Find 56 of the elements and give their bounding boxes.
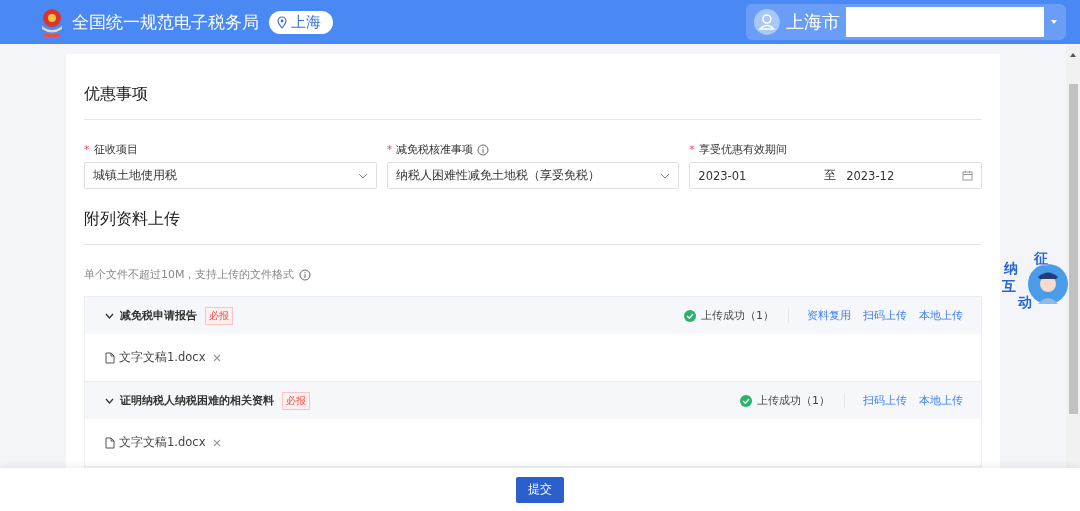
chevron-down-icon[interactable]	[105, 397, 114, 404]
assistant-label[interactable]: 征	[1034, 250, 1048, 268]
required-mark: *	[84, 143, 90, 156]
section-title: 附列资料上传	[84, 199, 982, 245]
file-name[interactable]: 文字文稿1.docx	[119, 435, 206, 450]
chevron-down-icon	[660, 172, 671, 179]
calendar-icon	[962, 170, 973, 181]
file-icon	[105, 436, 115, 449]
end-date: 2023-12	[846, 168, 896, 183]
start-date: 2023-01	[698, 168, 748, 183]
scroll-up-icon[interactable]	[1069, 52, 1077, 58]
success-icon	[684, 309, 696, 322]
location-pin-icon	[277, 15, 287, 29]
field-label: 减免税核准事项	[396, 142, 474, 157]
region-button[interactable]: 上海	[269, 10, 333, 34]
required-tag: 必报	[205, 306, 233, 325]
assistant-label[interactable]: 纳	[1004, 260, 1018, 278]
field-label: 征收项目	[93, 142, 138, 157]
group-title: 减免税申请报告	[120, 308, 197, 323]
select-field[interactable]: 纳税人困难性减免土地税（享受免税）	[386, 162, 680, 189]
submit-button[interactable]: 提交	[516, 476, 564, 503]
action-link[interactable]: 资料复用	[807, 308, 851, 323]
success-icon	[740, 394, 752, 407]
action-link[interactable]: 本地上传	[919, 393, 963, 408]
action-link[interactable]: 扫码上传	[863, 308, 907, 323]
upload-hint: 单个文件不超过10M，支持上传的文件格式	[84, 267, 295, 282]
scrollbar-thumb[interactable]	[1068, 84, 1078, 414]
select-field[interactable]: 城镇土地使用税	[84, 162, 377, 189]
action-link[interactable]: 扫码上传	[863, 393, 907, 408]
file-icon	[105, 351, 115, 364]
close-icon[interactable]	[213, 438, 222, 447]
close-icon[interactable]	[213, 353, 222, 362]
required-mark: *	[386, 143, 393, 156]
site-title: 全国统一规范电子税务局	[72, 10, 259, 34]
info-icon[interactable]	[298, 268, 311, 281]
avatar-icon	[754, 9, 780, 35]
user-menu[interactable]: 上海市	[746, 4, 1066, 40]
caret-icon	[1050, 19, 1058, 25]
file-name[interactable]: 文字文稿1.docx	[119, 350, 206, 365]
section-title: 优惠事项	[84, 74, 982, 120]
assistant-label[interactable]: 互	[1002, 278, 1016, 296]
group-title: 证明纳税人纳税困难的相关资料	[120, 393, 274, 408]
upload-status: 上传成功（1）	[757, 393, 830, 408]
chevron-down-icon[interactable]	[105, 312, 114, 319]
group-header[interactable]: 减免税申请报告 必报 上传成功（1） 资料复用 扫码上传 本地上传	[85, 296, 981, 334]
group-header[interactable]: 证明纳税人纳税困难的相关资料 必报 上传成功（1） 扫码上传 本地上传	[85, 381, 981, 419]
required-tag: 必报	[282, 391, 310, 410]
date-range-field[interactable]: 2023-01 至 2023-12	[689, 162, 982, 189]
info-icon[interactable]	[477, 143, 490, 156]
required-mark: *	[689, 143, 695, 156]
action-link[interactable]: 本地上传	[919, 308, 963, 323]
assistant-label[interactable]: 动	[1018, 294, 1032, 312]
chevron-down-icon	[357, 172, 368, 179]
upload-status: 上传成功（1）	[701, 308, 774, 323]
field-label: 享受优惠有效期间	[698, 142, 787, 157]
range-separator: 至	[824, 168, 837, 183]
